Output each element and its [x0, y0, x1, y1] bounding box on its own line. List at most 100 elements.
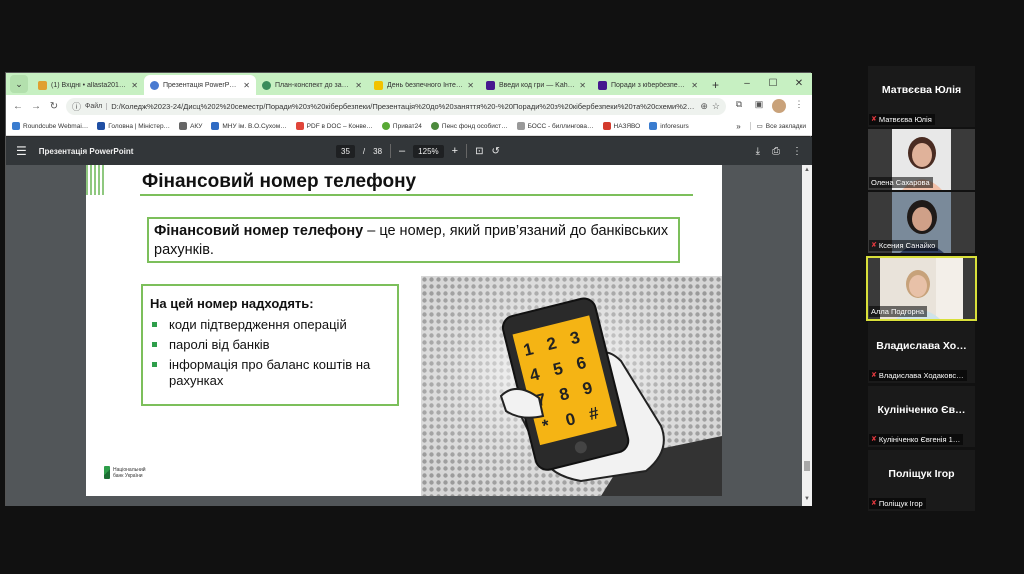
- reload-icon[interactable]: ↻: [48, 101, 60, 112]
- bookmark-label: inforesurs: [660, 122, 689, 130]
- bookmark-label: PDF в DOC – Конве…: [306, 122, 373, 130]
- participant-tile[interactable]: Кулініченко Єв… ✘ Кулініченко Євгенія 1…: [868, 386, 975, 447]
- close-tab-icon[interactable]: ✕: [131, 81, 138, 90]
- bookmark-item[interactable]: МНУ ім. В.О.Сухом…: [211, 122, 287, 130]
- bookmark-item[interactable]: PDF в DOC – Конве…: [295, 122, 373, 130]
- bookmark-icon: [179, 122, 188, 130]
- bookmark-icon: [649, 122, 658, 130]
- pdf-toolbar: ☰ Презентація PowerPoint 35 / 38 – 125% …: [6, 137, 812, 165]
- tab-presentation[interactable]: Презентація PowerPoint ✕: [144, 75, 256, 95]
- all-bookmarks-label: Все закладки: [765, 122, 806, 130]
- all-bookmarks-button[interactable]: ▭ Все закладки: [749, 122, 806, 130]
- print-icon[interactable]: ⎙: [772, 146, 780, 157]
- bookmark-item[interactable]: АКУ: [179, 122, 202, 130]
- bookmark-icon: [295, 122, 304, 130]
- download-icon[interactable]: ⤓: [756, 146, 760, 157]
- bookmark-icon: [602, 122, 611, 130]
- profile-avatar[interactable]: [772, 99, 786, 113]
- rotate-icon[interactable]: ↺: [491, 146, 499, 157]
- bookmark-item[interactable]: inforesurs: [649, 122, 689, 130]
- hamburger-menu-icon[interactable]: ☰: [16, 144, 27, 158]
- close-tab-icon[interactable]: ✕: [243, 81, 250, 90]
- scroll-up-icon[interactable]: ▲: [802, 167, 812, 173]
- extensions-icon[interactable]: ⧉: [732, 99, 746, 113]
- muted-mic-icon: ✘: [871, 116, 877, 123]
- close-tab-icon[interactable]: ✕: [691, 81, 698, 90]
- participant-label: ✘ Кулініченко Євгенія 1…: [869, 434, 964, 445]
- maximize-button[interactable]: ☐: [760, 73, 786, 95]
- browser-window: ⌄ (1) Вхідні • allasta2017@… ✕ Презентац…: [5, 72, 812, 506]
- participant-tile[interactable]: Владислава Хо… ✘ Владислава Ходаковс…: [868, 322, 975, 383]
- more-menu-icon[interactable]: ⋮: [792, 99, 806, 113]
- bookmark-item[interactable]: НАЗЯВО: [602, 122, 640, 130]
- muted-mic-icon: ✘: [871, 372, 877, 379]
- participant-tile[interactable]: Олена Сахарова: [868, 129, 975, 190]
- participant-tile[interactable]: ✘ Ксения Санайко: [868, 192, 975, 253]
- participant-name-big: Владислава Хо…: [876, 340, 967, 352]
- bookmark-item[interactable]: БОСС - биллингова…: [516, 122, 594, 130]
- bookmark-item[interactable]: Головна | Міністер…: [97, 122, 170, 130]
- globe-favicon-icon: [262, 80, 271, 90]
- zoom-in-button[interactable]: +: [452, 145, 458, 157]
- fit-page-icon[interactable]: ⊡: [475, 146, 483, 157]
- bookmark-label: БОСС - биллингова…: [527, 122, 594, 130]
- address-bar[interactable]: ⓘ Файл D:/Коледж%2023-24/Дисц%202%20семе…: [66, 97, 726, 115]
- window-controls: – ☐ ✕: [734, 73, 812, 95]
- info-icon[interactable]: ⓘ: [72, 100, 81, 113]
- bookmark-star-icon[interactable]: ☆: [712, 101, 720, 112]
- bookmarks-overflow-button[interactable]: »: [736, 122, 740, 131]
- url-text[interactable]: D:/Коледж%2023-24/Дисц%202%20семестр/Пор…: [111, 102, 696, 111]
- close-tab-icon[interactable]: ✕: [467, 81, 474, 90]
- participant-tile[interactable]: Поліщук Ігор ✘ Поліщук Ігор: [868, 450, 975, 511]
- tab-internet-day[interactable]: День безпечного Інтерн… ✕: [368, 75, 480, 95]
- bookmark-label: Головна | Міністер…: [108, 122, 171, 130]
- participant-tile[interactable]: Матвєєва Юлія ✘ Матвєєва Юлія: [868, 66, 975, 127]
- bookmark-item[interactable]: Roundcube Webmai…: [12, 122, 88, 130]
- vertical-scrollbar[interactable]: ▲ ▼: [802, 165, 812, 506]
- globe-favicon-icon: [150, 80, 159, 90]
- bookmark-icon: [211, 122, 220, 130]
- sidepanel-icon[interactable]: ▣: [752, 99, 766, 113]
- tab-mail[interactable]: (1) Вхідні • allasta2017@… ✕: [32, 75, 144, 95]
- folder-icon: ▭: [756, 123, 763, 130]
- nbu-logo-text: Національний банк України: [113, 467, 146, 479]
- slide-page: Фінансовий номер телефону Фінансовий ном…: [86, 165, 722, 496]
- zoom-level-input[interactable]: 125%: [413, 144, 444, 158]
- info-list-box: На цей номер надходять: коди підтверджен…: [141, 284, 399, 406]
- file-chip: Файл: [85, 102, 108, 110]
- close-window-button[interactable]: ✕: [786, 73, 812, 95]
- tab-tips[interactable]: Поради з кібербезпеки … ✕: [592, 75, 704, 95]
- scrollbar-thumb[interactable]: [804, 461, 810, 471]
- list-item: коди підтвердження операцій: [150, 317, 390, 333]
- zoom-icon[interactable]: ⊕: [700, 101, 708, 112]
- pdf-page-controls: 35 / 38 – 125% + ⊡ ↺: [336, 144, 500, 158]
- participant-name: Владислава Ходаковс…: [878, 371, 964, 380]
- tab-plan[interactable]: План-конспект до занятт… ✕: [256, 75, 368, 95]
- forward-icon[interactable]: →: [30, 101, 42, 112]
- page-number-input[interactable]: 35: [336, 144, 355, 158]
- bookmark-item[interactable]: Приват24: [381, 122, 422, 130]
- participant-name: Матвєєва Юлія: [878, 115, 932, 124]
- phone-illustration: 1 2 3 4 5 6 7 8 9 * 0 #: [421, 276, 722, 496]
- more-options-icon[interactable]: ⋮: [792, 146, 802, 157]
- zoom-out-button[interactable]: –: [399, 145, 405, 157]
- list-heading: На цей номер надходять:: [150, 296, 314, 311]
- back-icon[interactable]: ←: [12, 101, 24, 112]
- minimize-button[interactable]: –: [734, 73, 760, 95]
- address-bar-row: ← → ↻ ⓘ Файл D:/Коледж%2023-24/Дисц%202%…: [6, 95, 812, 117]
- tab-kahoot[interactable]: Введи код гри — Kahoot! ✕: [480, 75, 592, 95]
- participant-name: Кулініченко Євгенія 1…: [878, 435, 961, 444]
- tab-search-icon[interactable]: ⌄: [10, 75, 28, 93]
- nbu-logo: Національний банк України: [104, 466, 146, 479]
- scroll-down-icon[interactable]: ▼: [802, 496, 812, 502]
- bookmark-icon: [430, 122, 439, 130]
- close-tab-icon[interactable]: ✕: [355, 81, 362, 90]
- bookmark-icon: [97, 122, 106, 130]
- pdf-viewer[interactable]: Фінансовий номер телефону Фінансовий ном…: [6, 165, 812, 506]
- bookmark-icon: [12, 122, 20, 130]
- bookmark-item[interactable]: Пенс фонд особист…: [430, 122, 508, 130]
- close-tab-icon[interactable]: ✕: [579, 81, 586, 90]
- participant-tile-active-speaker[interactable]: Алла Подгорна: [866, 256, 977, 321]
- new-tab-button[interactable]: +: [704, 75, 727, 95]
- tab-strip: ⌄ (1) Вхідні • allasta2017@… ✕ Презентац…: [6, 73, 812, 95]
